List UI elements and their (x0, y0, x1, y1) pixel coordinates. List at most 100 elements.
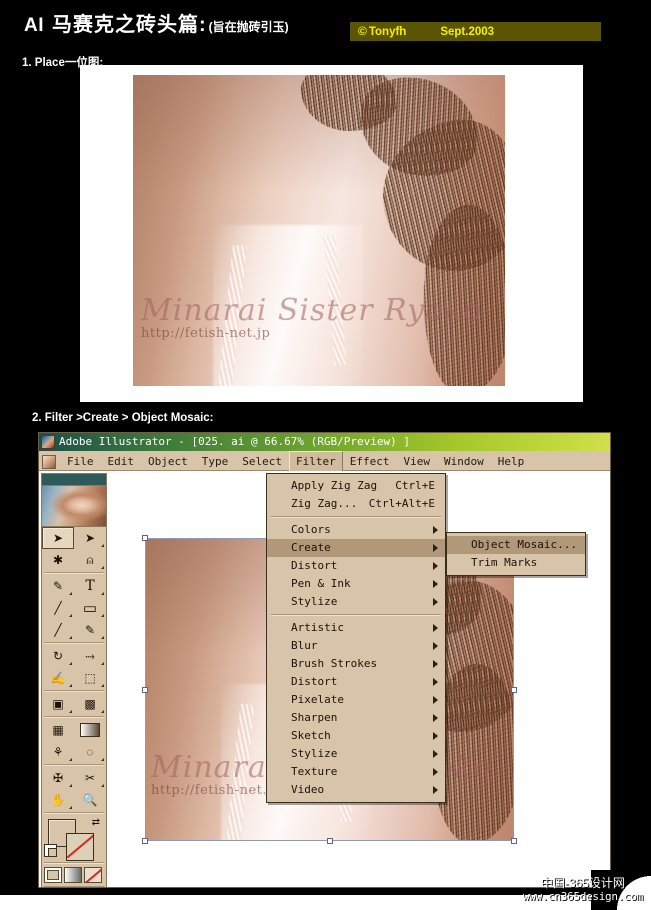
submenu-arrow-icon (433, 678, 438, 686)
toolbox-row[interactable]: ✎ T (42, 575, 106, 597)
fill-stroke-controls[interactable]: ⇄ (42, 815, 106, 861)
menu-item-brush-strokes[interactable]: Brush Strokes (267, 655, 445, 673)
stroke-color-swatch[interactable] (66, 833, 94, 861)
menu-edit[interactable]: Edit (101, 452, 142, 471)
swap-fill-stroke-icon[interactable]: ⇄ (92, 817, 100, 828)
menu-item-distort[interactable]: Distort (267, 557, 445, 575)
lasso-tool[interactable]: ⍝ (74, 549, 106, 571)
toolbox-row[interactable]: ╱ ▭ (42, 597, 106, 619)
menu-item-stylize[interactable]: Stylize (267, 593, 445, 611)
magic-wand-tool[interactable]: ✱ (42, 549, 74, 571)
symbol-sprayer-tool-icon: ▣ (52, 697, 64, 711)
default-fill-stroke-icon[interactable] (44, 844, 57, 857)
menu-effect[interactable]: Effect (343, 452, 397, 471)
menu-item-colors[interactable]: Colors (267, 521, 445, 539)
submenu-arrow-icon (433, 660, 438, 668)
type-tool[interactable]: T (74, 575, 106, 597)
pencil-tool[interactable]: ✎ (74, 619, 106, 641)
line-segment-tool-icon: ╱ (54, 601, 62, 615)
toolbox-row[interactable]: ▦ (42, 719, 106, 741)
submenu-arrow-icon (433, 598, 438, 606)
rectangle-tool-icon: ▭ (82, 599, 98, 617)
menu-filter[interactable]: Filter (289, 451, 343, 471)
mesh-tool[interactable]: ▦ (42, 719, 74, 741)
toolbox-divider (44, 690, 104, 692)
menu-item-trim-marks[interactable]: Trim Marks (447, 554, 585, 572)
symbol-sprayer-tool[interactable]: ▣ (42, 693, 74, 715)
copyright-badge: © Tonyfh Sept.2003 (350, 22, 601, 41)
menu-item-video[interactable]: Video (267, 781, 445, 799)
menu-type[interactable]: Type (195, 452, 236, 471)
tool-corner-marker (101, 592, 104, 595)
toolbox-row[interactable]: ▣ ▩ (42, 693, 106, 715)
menu-item-label: Distort (291, 675, 338, 688)
blend-tool[interactable]: ◌ (74, 741, 106, 763)
slice-tool[interactable]: ✠ (42, 767, 74, 789)
menu-item-distort-2[interactable]: Distort (267, 673, 445, 691)
rectangle-tool[interactable]: ▭ (74, 597, 106, 619)
menu-select[interactable]: Select (235, 452, 289, 471)
create-submenu[interactable]: Object Mosaic... Trim Marks (446, 532, 586, 576)
tool-corner-marker (101, 614, 104, 617)
menu-item-stylize-2[interactable]: Stylize (267, 745, 445, 763)
direct-selection-tool[interactable]: ➤ (74, 527, 106, 549)
menu-item-create[interactable]: Create (267, 539, 445, 557)
eyedropper-tool[interactable]: ⚘ (42, 741, 74, 763)
page-title: AI 马赛克之砖头篇: (旨在抛砖引玉) (24, 8, 289, 37)
menu-item-label: Distort (291, 559, 338, 572)
line-segment-tool[interactable]: ╱ (42, 597, 74, 619)
toolbox-row[interactable]: ✋ 🔍 (42, 789, 106, 811)
toolbox-row[interactable]: ✠ ✂ (42, 767, 106, 789)
menu-bar[interactable]: File Edit Object Type Select Filter Effect View… (39, 451, 610, 471)
menu-file[interactable]: File (60, 452, 101, 471)
tool-corner-marker (101, 784, 104, 787)
paintbrush-tool[interactable]: ╱ (42, 619, 74, 641)
paint-mode-buttons[interactable] (42, 865, 106, 885)
free-transform-tool[interactable]: ⬚ (74, 667, 106, 689)
menu-item-apply-zig-zag[interactable]: Apply Zig Zag Ctrl+E (267, 477, 445, 495)
gradient-tool[interactable] (74, 719, 106, 741)
toolbox-row[interactable]: ⚘ ◌ (42, 741, 106, 763)
menu-item-pixelate[interactable]: Pixelate (267, 691, 445, 709)
menu-item-zig-zag[interactable]: Zig Zag... Ctrl+Alt+E (267, 495, 445, 513)
zoom-tool[interactable]: 🔍 (74, 789, 106, 811)
menu-object[interactable]: Object (141, 452, 195, 471)
gradient-mode-button[interactable] (64, 867, 82, 883)
menu-help[interactable]: Help (491, 452, 532, 471)
page-title-ai-tag: AI (24, 15, 44, 36)
document-icon[interactable] (42, 455, 56, 469)
eyedropper-tool-icon: ⚘ (52, 745, 64, 759)
none-mode-button[interactable] (84, 867, 102, 883)
scissors-tool[interactable]: ✂ (74, 767, 106, 789)
menu-item-pen-and-ink[interactable]: Pen & Ink (267, 575, 445, 593)
toolbox-row[interactable]: ➤ ➤ (42, 527, 106, 549)
menu-view[interactable]: View (397, 452, 438, 471)
menu-item-texture[interactable]: Texture (267, 763, 445, 781)
menu-item-label: Stylize (291, 747, 338, 760)
column-graph-tool[interactable]: ▩ (74, 693, 106, 715)
menu-item-sharpen[interactable]: Sharpen (267, 709, 445, 727)
hand-tool[interactable]: ✋ (42, 789, 74, 811)
column-graph-tool-icon: ▩ (84, 697, 96, 711)
toolbox-titlebar[interactable] (42, 474, 106, 486)
rotate-tool[interactable]: ↻ (42, 645, 74, 667)
toolbox-row[interactable]: ╱ ✎ (42, 619, 106, 641)
menu-item-object-mosaic[interactable]: Object Mosaic... (447, 536, 585, 554)
site-watermark: 中国-365设计网 www.cn365design.com (523, 876, 643, 904)
pen-tool[interactable]: ✎ (42, 575, 74, 597)
menu-item-artistic[interactable]: Artistic (267, 619, 445, 637)
color-mode-button[interactable] (44, 867, 62, 883)
filter-dropdown-menu[interactable]: Apply Zig Zag Ctrl+E Zig Zag... Ctrl+Alt… (266, 473, 446, 803)
toolbox-palette[interactable]: ➤ ➤ ✱ ⍝ ✎ T ╱ ▭ ╱ ✎ ↻ ⤑ ✍ ⬚ ▣ ▩ ▦ ⚘ ◌ ✠ … (41, 473, 107, 887)
menu-item-sketch[interactable]: Sketch (267, 727, 445, 745)
selection-tool[interactable]: ➤ (42, 527, 74, 549)
toolbox-row[interactable]: ✱ ⍝ (42, 549, 106, 571)
window-titlebar[interactable]: Adobe Illustrator - [025. ai @ 66.67% (R… (39, 433, 610, 451)
scale-tool[interactable]: ⤑ (74, 645, 106, 667)
toolbox-row[interactable]: ↻ ⤑ (42, 645, 106, 667)
menu-window[interactable]: Window (437, 452, 491, 471)
menu-item-label: Texture (291, 765, 338, 778)
warp-tool[interactable]: ✍ (42, 667, 74, 689)
menu-item-blur[interactable]: Blur (267, 637, 445, 655)
toolbox-row[interactable]: ✍ ⬚ (42, 667, 106, 689)
